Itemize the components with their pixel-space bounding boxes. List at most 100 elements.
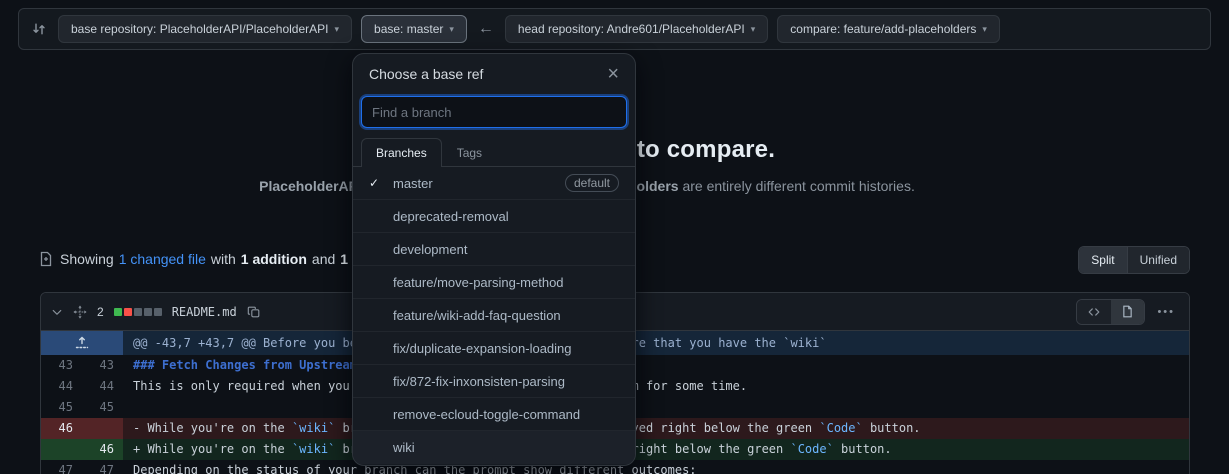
- branch-item[interactable]: fix/duplicate-expansion-loading: [353, 332, 635, 365]
- head-repository-button[interactable]: head repository: Andre601/PlaceholderAPI…: [505, 15, 768, 43]
- base-ref-menu: Choose a base ref × BranchesTags ✓ master…: [352, 53, 636, 466]
- menu-title: Choose a base ref: [369, 66, 483, 82]
- branch-name: feature/wiki-add-faq-question: [393, 308, 561, 323]
- line-number-old[interactable]: 46: [41, 418, 82, 439]
- code-line: + While you're on the `wiki` branch will…: [123, 439, 1189, 460]
- base-ref-label: base: master: [374, 22, 443, 36]
- compare-page: base repository: PlaceholderAPI/Placehol…: [0, 0, 1229, 474]
- chevron-down-icon: ▾: [449, 25, 454, 34]
- branch-item[interactable]: fix/872-fix-inxonsisten-parsing: [353, 365, 635, 398]
- tab-tags[interactable]: Tags: [442, 138, 497, 167]
- diff-display-toggle: [1076, 299, 1145, 325]
- line-number-old[interactable]: 45: [41, 397, 82, 418]
- check-icon: ✓: [369, 176, 385, 190]
- drag-handle-icon[interactable]: [73, 305, 87, 319]
- close-icon[interactable]: ×: [607, 67, 619, 81]
- chevron-down-icon: ▾: [982, 25, 987, 34]
- code-segment: + While you're on the: [133, 442, 292, 456]
- diffstat: [114, 308, 162, 316]
- file-diff-icon: [38, 251, 54, 267]
- diffstat-square-neutral: [134, 308, 142, 316]
- branch-name: remove-ecloud-toggle-command: [393, 407, 580, 422]
- menu-header: Choose a base ref ×: [353, 54, 635, 88]
- code-segment: ### Fetch Changes from Upstream: [133, 358, 357, 372]
- line-number-new[interactable]: 45: [82, 397, 123, 418]
- summary-with: with: [211, 251, 236, 267]
- line-number-old[interactable]: 47: [41, 460, 82, 474]
- base-repository-button[interactable]: base repository: PlaceholderAPI/Placehol…: [58, 15, 352, 43]
- code-segment: button.: [863, 421, 921, 435]
- split-view-button[interactable]: Split: [1079, 247, 1126, 273]
- diff-view-toggle: Split Unified: [1078, 246, 1190, 274]
- chevron-down-icon: ▾: [751, 25, 756, 34]
- rich-diff-button[interactable]: [1111, 300, 1144, 324]
- line-number-new[interactable]: 44: [82, 376, 123, 397]
- code-segment: `Code`: [790, 442, 833, 456]
- diffstat-square-neutral: [154, 308, 162, 316]
- branch-name: development: [393, 242, 467, 257]
- copy-icon[interactable]: [247, 305, 261, 319]
- code-segment: `Code`: [819, 421, 862, 435]
- compare-bar: base repository: PlaceholderAPI/Placehol…: [18, 8, 1211, 50]
- line-number-new[interactable]: 43: [82, 355, 123, 376]
- chevron-down-icon[interactable]: [51, 306, 63, 318]
- git-compare-icon: [31, 21, 47, 37]
- branch-name: master: [393, 176, 433, 191]
- line-number-new[interactable]: [82, 418, 123, 439]
- summary-and: and: [312, 251, 335, 267]
- unified-view-button[interactable]: Unified: [1127, 247, 1189, 273]
- branch-list: ✓ master default deprecated-removal developm…: [353, 167, 635, 465]
- line-number-new[interactable]: 47: [82, 460, 123, 474]
- branch-item[interactable]: feature/wiki-add-faq-question: [353, 299, 635, 332]
- file-name: README.md: [172, 305, 237, 319]
- tab-branches[interactable]: Branches: [361, 138, 442, 167]
- menu-search: [353, 88, 635, 138]
- diffstat-square-neutral: [144, 308, 152, 316]
- line-number-new[interactable]: 46: [82, 439, 123, 460]
- branch-search-input[interactable]: [361, 96, 627, 128]
- branch-name: fix/872-fix-inxonsisten-parsing: [393, 374, 565, 389]
- branch-item[interactable]: ✓ master default: [353, 167, 635, 200]
- branch-name: wiki: [393, 440, 415, 455]
- compare-ref-label: compare: feature/add-placeholders: [790, 22, 976, 36]
- line-number-old[interactable]: 44: [41, 376, 82, 397]
- code-segment: - While you're on the: [133, 421, 292, 435]
- line-number-old[interactable]: 43: [41, 355, 82, 376]
- code-line: - While you're on the `wiki` branch will…: [123, 418, 1189, 439]
- code-segment: `wiki`: [292, 421, 335, 435]
- expand-hunk-button[interactable]: [41, 331, 123, 355]
- branch-item[interactable]: remove-ecloud-toggle-command: [353, 398, 635, 431]
- line-number-old[interactable]: [41, 439, 82, 460]
- diffstat-square-add: [114, 308, 122, 316]
- branch-name: fix/duplicate-expansion-loading: [393, 341, 572, 356]
- code-line: This is only required when you haven't u…: [123, 376, 1189, 397]
- file-changes-count: 2: [97, 305, 104, 319]
- branch-item[interactable]: development: [353, 233, 635, 266]
- kebab-menu-icon[interactable]: •••: [1153, 306, 1179, 318]
- menu-tabs: BranchesTags: [353, 138, 635, 167]
- code-segment: `wiki`: [292, 442, 335, 456]
- code-line: [123, 397, 1189, 418]
- code-segment: button.: [834, 442, 892, 456]
- base-repository-label: base repository: PlaceholderAPI/Placehol…: [71, 22, 328, 36]
- branch-item[interactable]: wiki: [353, 431, 635, 464]
- branch-name: deprecated-removal: [393, 209, 509, 224]
- chevron-down-icon: ▾: [334, 25, 339, 34]
- summary-prefix: Showing: [60, 251, 114, 267]
- arrow-left-icon: ←: [476, 20, 496, 38]
- head-repository-label: head repository: Andre601/PlaceholderAPI: [518, 22, 745, 36]
- code-line: ### Fetch Changes from Upstream: [123, 355, 1189, 376]
- code-line: @@ -43,7 +43,7 @@ Before you begin worki…: [123, 331, 1189, 355]
- source-view-button[interactable]: [1077, 300, 1111, 324]
- changed-files-link[interactable]: 1 changed file: [119, 251, 206, 267]
- default-badge: default: [565, 174, 619, 192]
- diffstat-square-del: [124, 308, 132, 316]
- branch-item[interactable]: feature/move-parsing-method: [353, 266, 635, 299]
- additions-count: 1 addition: [241, 251, 307, 267]
- compare-ref-button[interactable]: compare: feature/add-placeholders ▾: [777, 15, 1000, 43]
- base-ref-button[interactable]: base: master ▾: [361, 15, 467, 43]
- branch-name: feature/move-parsing-method: [393, 275, 564, 290]
- message-text: are entirely different commit histories.: [679, 178, 915, 194]
- branch-item[interactable]: deprecated-removal: [353, 200, 635, 233]
- code-line: Depending on the status of your branch c…: [123, 460, 1189, 474]
